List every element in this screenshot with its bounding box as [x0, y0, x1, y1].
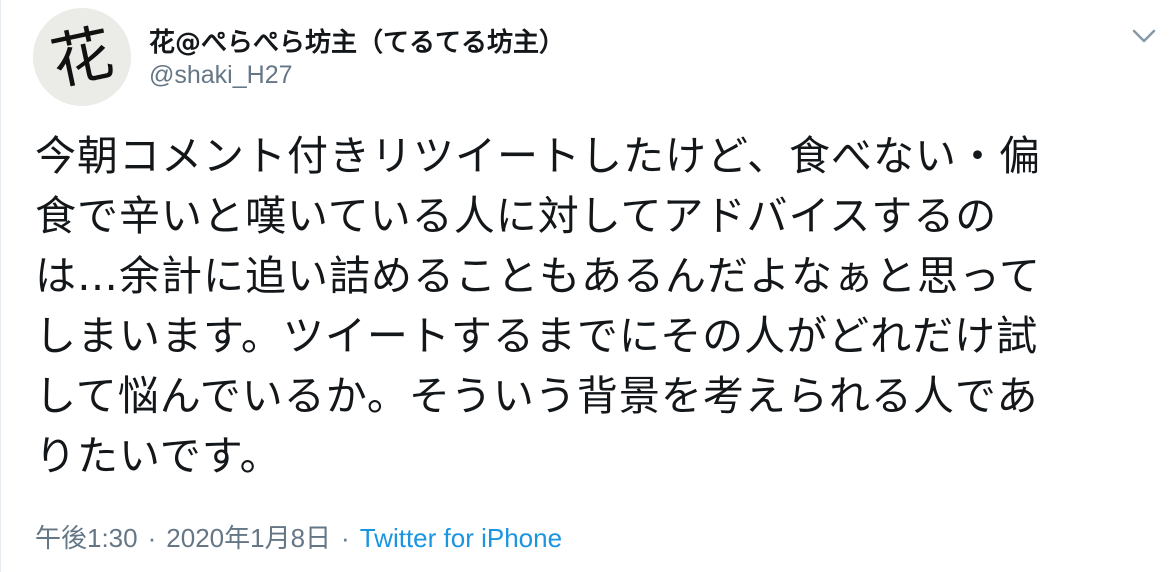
tweet-text-line: 今朝コメント付きリツイートしたけど、食べない・偏 [35, 132, 1041, 180]
user-handle[interactable]: @shaki_H27 [149, 61, 293, 90]
tweet-metadata: 午後1:30 · 2020年1月8日 · Twitter for iPhone [35, 518, 562, 555]
avatar-calligraphy-image: 花 [33, 8, 131, 106]
display-name[interactable]: 花@ぺらぺら坊主（てるてる坊主） [149, 22, 565, 59]
meta-separator: · [341, 523, 350, 553]
avatar[interactable]: 花 [33, 8, 131, 106]
tweet-text: 今朝コメント付きリツイートしたけど、食べない・偏 食で辛いと嘆いている人に対して… [35, 126, 1145, 486]
tweet-text-line: 食で辛いと嘆いている人に対してアドバイスするの [35, 192, 998, 240]
tweet-card: 花 花@ぺらぺら坊主（てるてる坊主） @shaki_H27 今朝コメント付きリツ… [0, 0, 1172, 572]
chevron-down-icon[interactable] [1130, 26, 1158, 46]
tweet-date[interactable]: 2020年1月8日 [166, 523, 331, 553]
tweet-text-line: は…余計に追い詰めることもあるんだよなぁと思って [35, 252, 1041, 300]
tweet-source-link[interactable]: Twitter for iPhone [360, 523, 562, 553]
tweet-text-line: りたいです。 [35, 432, 282, 480]
tweet-time[interactable]: 午後1:30 [35, 523, 138, 553]
tweet-text-line: して悩んでいるか。そういう背景を考えられる人であ [35, 372, 1039, 420]
tweet-text-line: しまいます。ツイートするまでにその人がどれだけ試 [35, 312, 1039, 360]
meta-separator: · [147, 523, 157, 553]
